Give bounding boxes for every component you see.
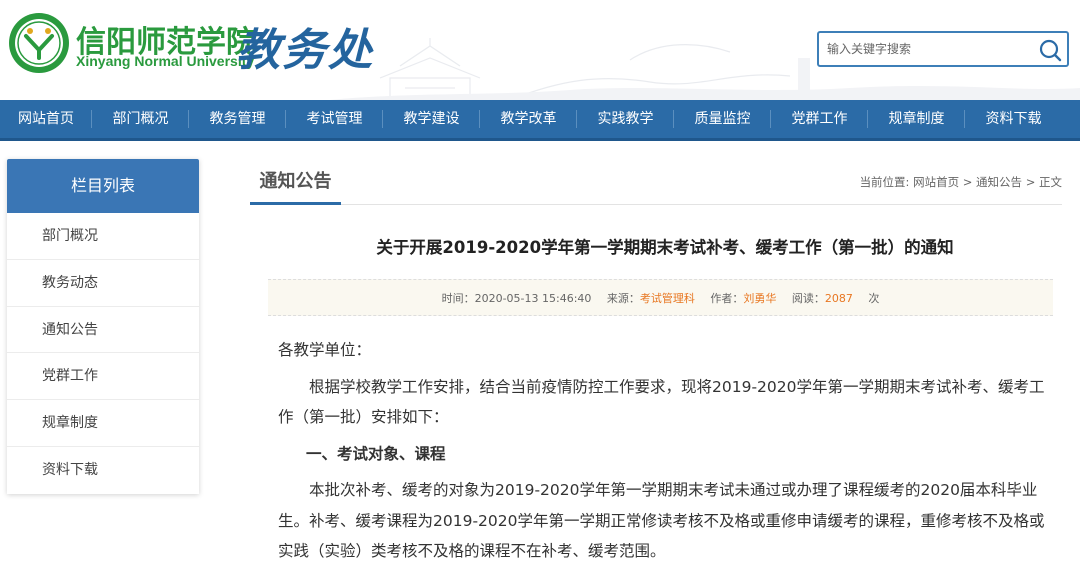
search-icon[interactable] xyxy=(1037,37,1063,63)
search-box xyxy=(817,31,1069,67)
nav-item-label: 网站首页 xyxy=(18,111,74,127)
sidebar-item-notices[interactable]: 通知公告 xyxy=(7,307,199,354)
breadcrumb-category-link[interactable]: 通知公告 xyxy=(976,175,1022,189)
meta-source-value: 考试管理科 xyxy=(639,292,695,305)
meta-views-value: 2087 xyxy=(824,292,853,305)
meta-source-label: 来源： xyxy=(606,292,640,305)
nav-item-label: 考试管理 xyxy=(306,111,363,127)
nav-item-label: 资料下载 xyxy=(985,111,1042,127)
nav-item-practice[interactable]: 实践教学 xyxy=(577,100,674,138)
nav-item-label: 教务管理 xyxy=(209,111,266,127)
meta-views-label: 阅读： xyxy=(791,292,825,305)
breadcrumb-prefix: 当前位置: xyxy=(859,175,910,189)
article-salutation: 各教学单位： xyxy=(278,341,372,359)
main-content: 通知公告 当前位置: 网站首页 > 通知公告 > 正文 关于开展2019-202… xyxy=(250,159,1062,583)
article-section-body: 本批次补考、缓考的对象为2019-2020学年第一学期期末考试未通过或办理了课程… xyxy=(278,481,1045,560)
meta-time-label: 时间： xyxy=(441,292,475,305)
nav-item-teaching-reform[interactable]: 教学改革 xyxy=(480,100,577,138)
article-title: 关于开展2019-2020学年第一学期期末考试补考、缓考工作（第一批）的通知 xyxy=(376,238,954,257)
meta-time-value: 2020-05-13 15:46:40 xyxy=(474,292,592,305)
breadcrumb-separator: > xyxy=(962,175,973,189)
article-section-heading: 一、考试对象、课程 xyxy=(306,444,446,463)
breadcrumb-home-link[interactable]: 网站首页 xyxy=(913,175,959,189)
nav-item-regulations[interactable]: 规章制度 xyxy=(868,100,965,138)
meta-views-unit: 次 xyxy=(868,292,880,305)
meta-author-label: 作者： xyxy=(710,292,744,305)
sidebar-item-regulations[interactable]: 规章制度 xyxy=(7,400,199,447)
article-body: 各教学单位： 根据学校教学工作安排，结合当前疫情防控工作要求，现将2019-20… xyxy=(278,335,1048,567)
sidebar-item-news[interactable]: 教务动态 xyxy=(7,260,199,307)
breadcrumb-current: 正文 xyxy=(1039,175,1062,189)
meta-author-value: 刘勇华 xyxy=(743,292,777,305)
nav-item-quality[interactable]: 质量监控 xyxy=(674,100,771,138)
sidebar-item-party[interactable]: 党群工作 xyxy=(7,353,199,401)
nav-item-label: 质量监控 xyxy=(694,111,751,127)
main-nav: 网站首页 部门概况 教务管理 考试管理 教学建设 教学改革 实践教学 质量监控 … xyxy=(0,100,1080,141)
article-intro: 根据学校教学工作安排，结合当前疫情防控工作要求，现将2019-2020学年第一学… xyxy=(278,377,1045,427)
sidebar-item-department[interactable]: 部门概况 xyxy=(7,213,199,260)
site-header: 信阳师范学院 Xinyang Normal University 教务处 xyxy=(0,0,1080,100)
nav-item-label: 教学改革 xyxy=(500,111,557,127)
sidebar: 栏目列表 部门概况 教务动态 通知公告 党群工作 规章制度 资料下载 xyxy=(7,159,199,494)
school-name-en: Xinyang Normal University xyxy=(76,53,255,69)
sidebar-title: 栏目列表 xyxy=(7,159,199,213)
nav-item-teaching-affairs[interactable]: 教务管理 xyxy=(189,100,286,138)
nav-item-label: 实践教学 xyxy=(597,111,654,127)
section-header: 通知公告 当前位置: 网站首页 > 通知公告 > 正文 xyxy=(250,159,1062,205)
nav-item-downloads[interactable]: 资料下载 xyxy=(965,100,1062,138)
nav-item-label: 规章制度 xyxy=(888,111,945,127)
nav-item-party[interactable]: 党群工作 xyxy=(771,100,868,138)
nav-item-exam-management[interactable]: 考试管理 xyxy=(286,100,383,138)
nav-item-teaching-construction[interactable]: 教学建设 xyxy=(383,100,480,138)
article-meta: 时间：2020-05-13 15:46:40 来源：考试管理科 作者：刘勇华 阅… xyxy=(268,279,1053,316)
breadcrumb: 当前位置: 网站首页 > 通知公告 > 正文 xyxy=(860,174,1062,190)
breadcrumb-separator: > xyxy=(1025,175,1036,189)
section-title: 通知公告 xyxy=(250,159,341,205)
department-name: 教务处 xyxy=(236,25,374,76)
nav-item-label: 部门概况 xyxy=(112,111,169,127)
nav-item-department[interactable]: 部门概况 xyxy=(92,100,189,138)
sidebar-item-downloads[interactable]: 资料下载 xyxy=(7,447,199,494)
university-seal-icon[interactable] xyxy=(8,12,70,74)
nav-item-home[interactable]: 网站首页 xyxy=(0,100,92,138)
nav-item-label: 教学建设 xyxy=(403,111,460,127)
nav-item-label: 党群工作 xyxy=(791,111,848,127)
search-input[interactable] xyxy=(819,33,1029,65)
